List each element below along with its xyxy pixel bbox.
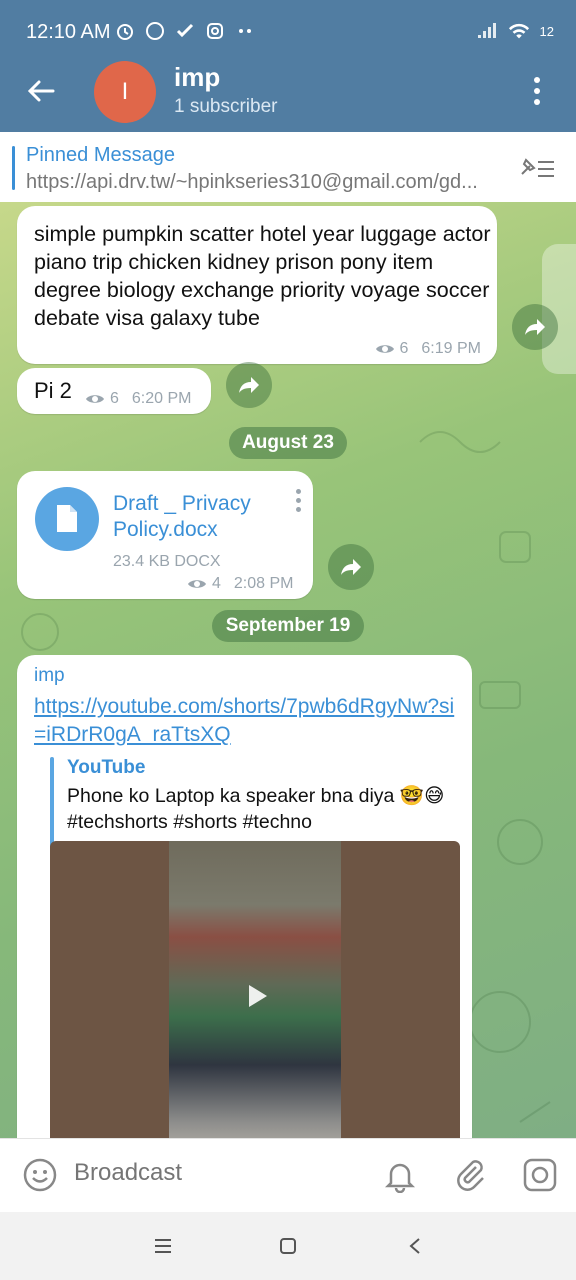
pinned-message-bar[interactable]: Pinned Message https://api.drv.tw/~hpink… xyxy=(0,132,576,202)
back-arrow-icon xyxy=(27,80,55,102)
message-bubble[interactable]: Pi 2 6 6:20 PM xyxy=(17,368,211,414)
forward-icon xyxy=(341,559,361,575)
pinned-title: Pinned Message xyxy=(26,144,175,166)
back-nav-button[interactable] xyxy=(400,1232,430,1260)
pinned-text: https://api.drv.tw/~hpinkseries310@gmail… xyxy=(26,171,478,193)
link-preview-site: YouTube xyxy=(67,757,146,778)
eye-icon xyxy=(188,580,206,588)
input-bar xyxy=(0,1138,576,1212)
chat-title[interactable]: imp xyxy=(174,62,220,93)
status-time: 12:10 AM xyxy=(26,21,111,43)
message-time: 6:20 PM xyxy=(131,390,192,407)
document-icon[interactable] xyxy=(35,487,99,551)
file-name[interactable]: Draft _ Privacy Policy.docx xyxy=(113,491,283,543)
chat-subtitle: 1 subscriber xyxy=(174,96,278,117)
message-bubble[interactable]: simple pumpkin scatter hotel year luggag… xyxy=(17,206,497,364)
file-menu-icon[interactable] xyxy=(293,489,303,519)
link-preview-title: Phone ko Laptop ka speaker bna diya 🤓😅 #… xyxy=(67,785,445,833)
message-text: simple pumpkin scatter hotel year luggag… xyxy=(34,222,491,330)
paperclip-icon[interactable] xyxy=(452,1157,488,1193)
system-nav-bar xyxy=(0,1212,576,1280)
battery-level: 12 xyxy=(539,23,554,39)
system-icons: 12 xyxy=(476,20,554,42)
forward-button[interactable] xyxy=(328,544,374,590)
forward-icon xyxy=(525,319,545,335)
back-button[interactable] xyxy=(22,72,60,110)
play-icon[interactable] xyxy=(236,976,276,1016)
message-meta: 4 2:08 PM xyxy=(187,575,294,593)
pinned-list-icon[interactable] xyxy=(518,154,558,182)
recents-button[interactable] xyxy=(148,1232,178,1260)
date-separator: August 23 xyxy=(229,427,347,459)
wifi-icon xyxy=(508,20,530,42)
emoji-icon[interactable] xyxy=(22,1157,58,1193)
eye-icon xyxy=(86,395,104,403)
check-icon xyxy=(174,20,196,42)
camera-icon[interactable] xyxy=(522,1157,558,1193)
signal-icon xyxy=(476,20,498,42)
message-time: 6:19 PM xyxy=(421,340,481,357)
date-separator: September 19 xyxy=(212,610,364,642)
forward-button[interactable] xyxy=(226,362,272,408)
file-size: 23.4 KB DOCX xyxy=(113,553,221,570)
message-author: imp xyxy=(34,665,65,686)
top-bar: 12:10 AM 12 I imp 1 subscriber xyxy=(0,0,576,132)
link-message-bubble[interactable]: imp https://youtube.com/shorts/7pwb6dRgy… xyxy=(17,655,472,1138)
forward-button[interactable] xyxy=(512,304,558,350)
pinned-indicator xyxy=(12,146,15,190)
message-time: 2:08 PM xyxy=(233,575,294,592)
more-vertical-icon[interactable] xyxy=(520,74,554,108)
chat-area[interactable]: simple pumpkin scatter hotel year luggag… xyxy=(0,202,576,1138)
message-text: Pi 2 xyxy=(34,378,72,403)
status-bar: 12:10 AM 12 xyxy=(0,0,576,62)
message-link[interactable]: https://youtube.com/shorts/7pwb6dRgyNw?s… xyxy=(34,693,464,749)
message-meta: 6 6:20 PM xyxy=(85,390,192,408)
channel-avatar[interactable]: I xyxy=(94,61,156,123)
link-preview-thumbnail[interactable] xyxy=(50,841,460,1138)
whatsapp-icon xyxy=(144,20,166,42)
home-button[interactable] xyxy=(273,1232,303,1260)
more-notifications-icon xyxy=(234,20,256,42)
notification-icons xyxy=(114,20,256,42)
file-message-bubble[interactable]: Draft _ Privacy Policy.docx 23.4 KB DOCX… xyxy=(17,471,313,599)
alarm-icon xyxy=(114,20,136,42)
eye-icon xyxy=(375,345,394,353)
view-count: 4 xyxy=(212,575,221,592)
view-count: 6 xyxy=(110,390,119,407)
forward-icon xyxy=(239,377,259,393)
bell-icon[interactable] xyxy=(382,1157,418,1194)
message-input[interactable] xyxy=(74,1159,354,1187)
message-meta: 6 6:19 PM xyxy=(375,340,481,358)
view-count: 6 xyxy=(399,340,409,357)
instagram-icon xyxy=(204,20,226,42)
